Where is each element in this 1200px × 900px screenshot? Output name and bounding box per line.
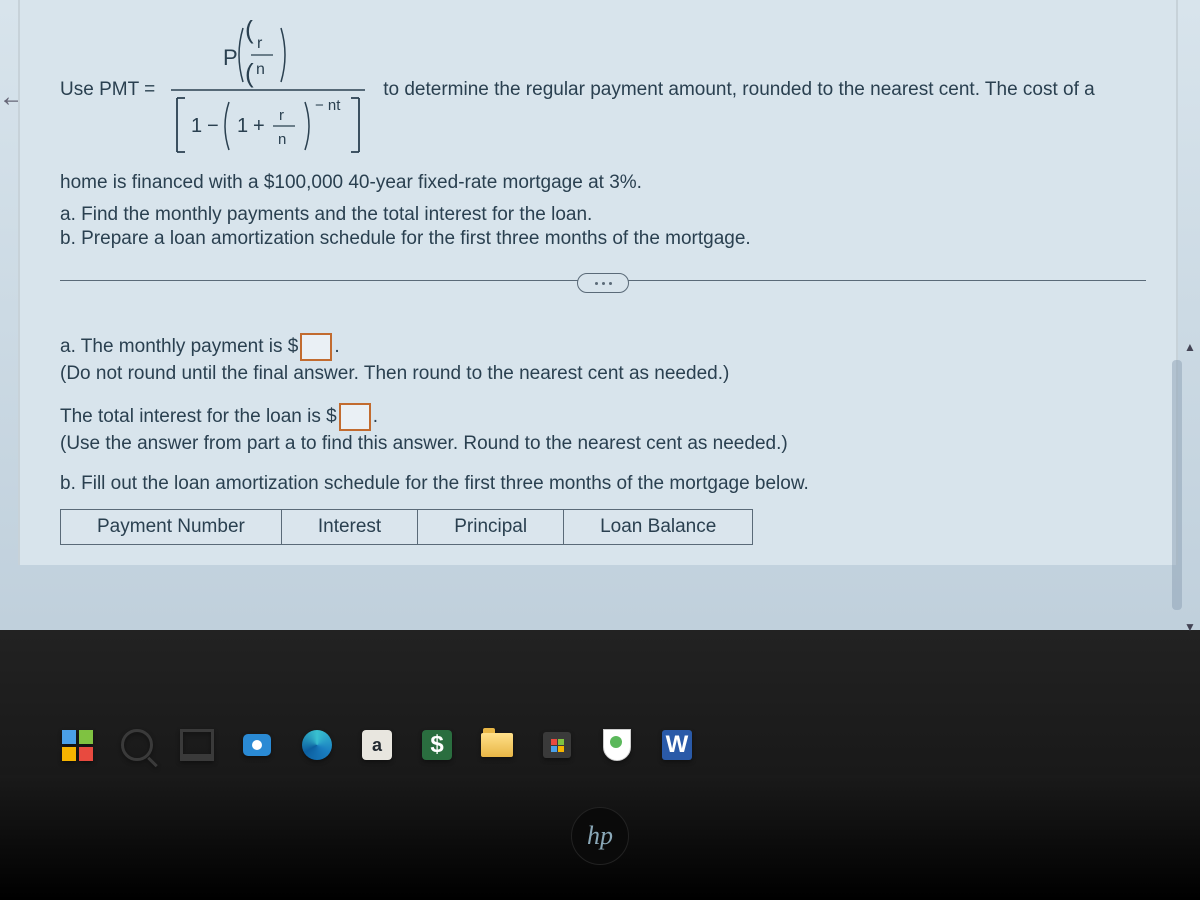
task-view-icon[interactable] <box>180 728 214 762</box>
windows-security-icon[interactable] <box>600 728 634 762</box>
answer-a-monthly-post: . <box>334 336 339 357</box>
formula-row: Use PMT = P ( ( r n 1 − <box>60 20 1146 160</box>
answer-b-intro: b. Fill out the loan amortization schedu… <box>60 473 1146 495</box>
svg-text:P: P <box>223 45 238 70</box>
edge-browser-icon[interactable] <box>300 728 334 762</box>
start-menu-icon[interactable] <box>60 728 94 762</box>
use-pmt-label: Use PMT = <box>60 79 155 101</box>
svg-text:1: 1 <box>191 115 202 137</box>
answer-a-monthly-hint: (Do not round until the final answer. Th… <box>60 363 1146 385</box>
windows-taskbar: a $ W <box>60 720 694 770</box>
svg-text:+: + <box>253 115 265 137</box>
microsoft-store-icon[interactable] <box>540 728 574 762</box>
col-loan-balance: Loan Balance <box>564 510 753 545</box>
answer-a-interest-post: . <box>373 406 378 427</box>
answer-a-monthly: a. The monthly payment is $. <box>60 333 1146 361</box>
scroll-down-icon[interactable]: ▼ <box>1184 620 1198 634</box>
file-explorer-icon[interactable] <box>480 728 514 762</box>
expand-dots-button[interactable] <box>577 273 629 293</box>
col-interest: Interest <box>281 510 417 545</box>
svg-text:n: n <box>256 61 265 78</box>
scrollbar[interactable] <box>1172 360 1182 610</box>
svg-text:(: ( <box>245 58 254 88</box>
problem-line-2: home is financed with a $100,000 40-year… <box>60 172 1146 194</box>
svg-text:−: − <box>207 115 219 137</box>
amortization-table: Payment Number Interest Principal Loan B… <box>60 509 753 545</box>
monthly-payment-input[interactable] <box>300 333 332 361</box>
screen: ← Use PMT = P ( ( r n 1 − <box>0 0 1200 900</box>
table-header-row: Payment Number Interest Principal Loan B… <box>61 510 753 545</box>
svg-text:1: 1 <box>237 115 248 137</box>
search-icon[interactable] <box>120 728 154 762</box>
answer-a-interest: The total interest for the loan is $. <box>60 403 1146 431</box>
monitor-bezel: hp <box>0 775 1200 900</box>
col-principal: Principal <box>418 510 564 545</box>
svg-text:r: r <box>279 107 284 124</box>
finance-app-icon[interactable]: $ <box>420 728 454 762</box>
col-payment-number: Payment Number <box>61 510 282 545</box>
hp-logo: hp <box>571 807 629 865</box>
pmt-formula: P ( ( r n 1 − 1 + r n <box>163 20 373 160</box>
svg-text:− nt: − nt <box>315 97 341 114</box>
after-formula-text: to determine the regular payment amount,… <box>383 79 1095 101</box>
question-panel: Use PMT = P ( ( r n 1 − <box>18 0 1178 565</box>
total-interest-input[interactable] <box>339 403 371 431</box>
word-app-icon[interactable]: W <box>660 728 694 762</box>
problem-part-b: b. Prepare a loan amortization schedule … <box>60 228 1146 250</box>
camera-app-icon[interactable] <box>240 728 274 762</box>
scroll-up-icon[interactable]: ▲ <box>1184 340 1198 354</box>
problem-part-a: a. Find the monthly payments and the tot… <box>60 204 1146 226</box>
amazon-app-icon[interactable]: a <box>360 728 394 762</box>
svg-text:(: ( <box>245 20 254 44</box>
answer-a-interest-pre: The total interest for the loan is $ <box>60 406 337 427</box>
answer-a-interest-hint: (Use the answer from part a to find this… <box>60 433 1146 455</box>
svg-text:r: r <box>257 35 263 52</box>
answer-a-monthly-pre: a. The monthly payment is $ <box>60 336 298 357</box>
svg-text:n: n <box>278 131 286 148</box>
